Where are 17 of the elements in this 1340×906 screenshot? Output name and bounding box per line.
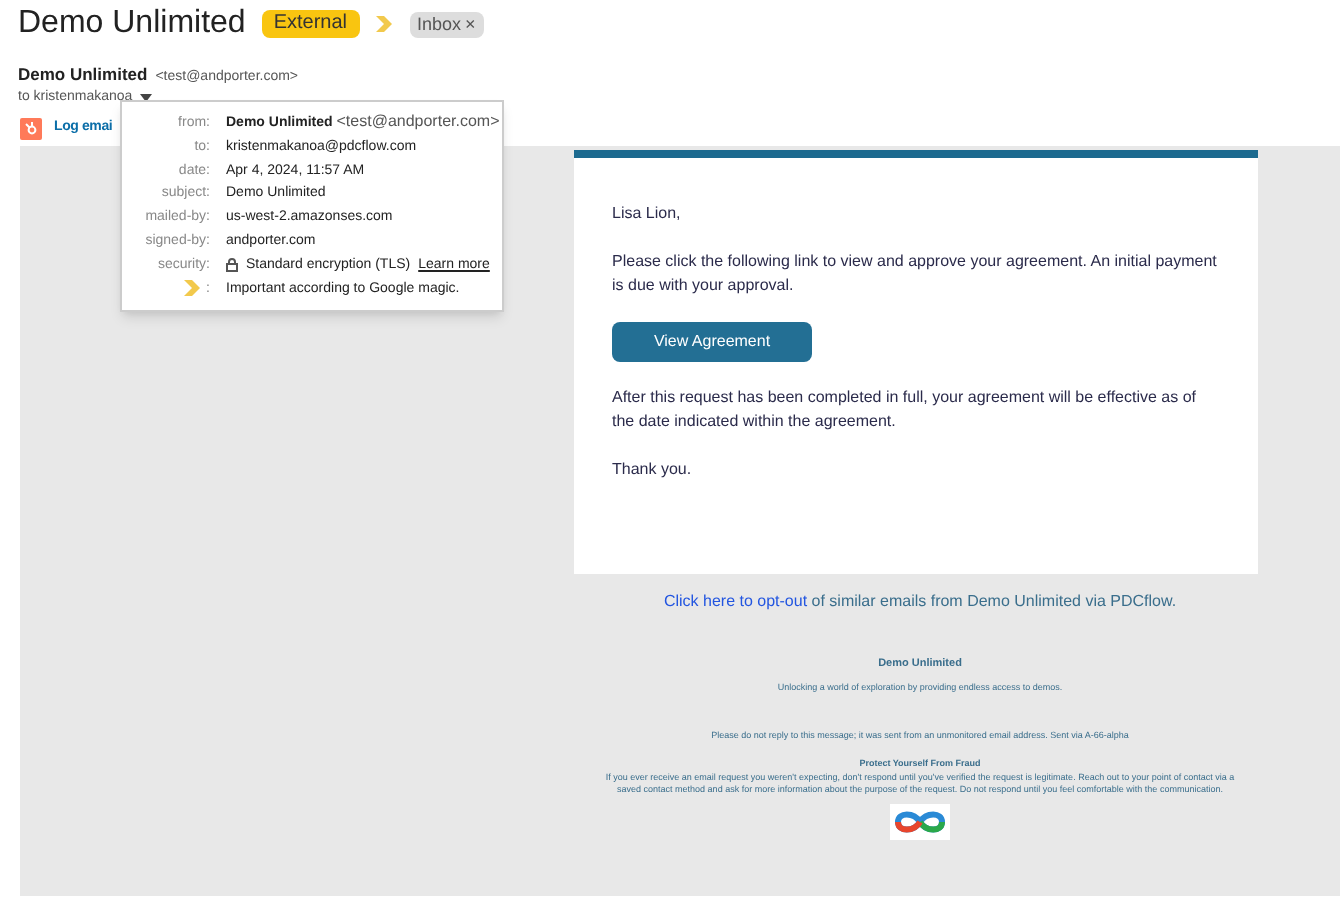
lock-icon — [226, 258, 238, 273]
inbox-label[interactable]: Inbox — [409, 11, 466, 37]
infinity-logo-icon — [890, 803, 950, 839]
greeting-text: Lisa Lion, — [612, 202, 683, 226]
body-paragraph: Please click the following link to view and approve your agreement. An initial payment is due with your approval. — [612, 250, 1219, 298]
email-subject: Demo Unlimited — [18, 6, 246, 42]
external-label: External — [261, 10, 359, 38]
view-agreement-button[interactable]: View Agreement — [612, 322, 812, 362]
opt-out-link[interactable]: Click here to opt-out — [663, 592, 808, 610]
importance-icon — [184, 280, 203, 297]
body-paragraph: After this request has been completed in full, your agreement will be effective as of the date indicated within the agreement. — [612, 386, 1199, 434]
closing-text: Thank you. — [612, 458, 694, 482]
importance-icon — [375, 16, 393, 32]
remove-label-button[interactable]: × — [465, 11, 484, 37]
sprocket-icon — [20, 117, 42, 139]
opt-out-text: Click here to opt-out of similar emails from Demo Unlimited via PDCflow. — [663, 590, 1177, 614]
sender-name: Demo Unlimited — [18, 64, 148, 84]
